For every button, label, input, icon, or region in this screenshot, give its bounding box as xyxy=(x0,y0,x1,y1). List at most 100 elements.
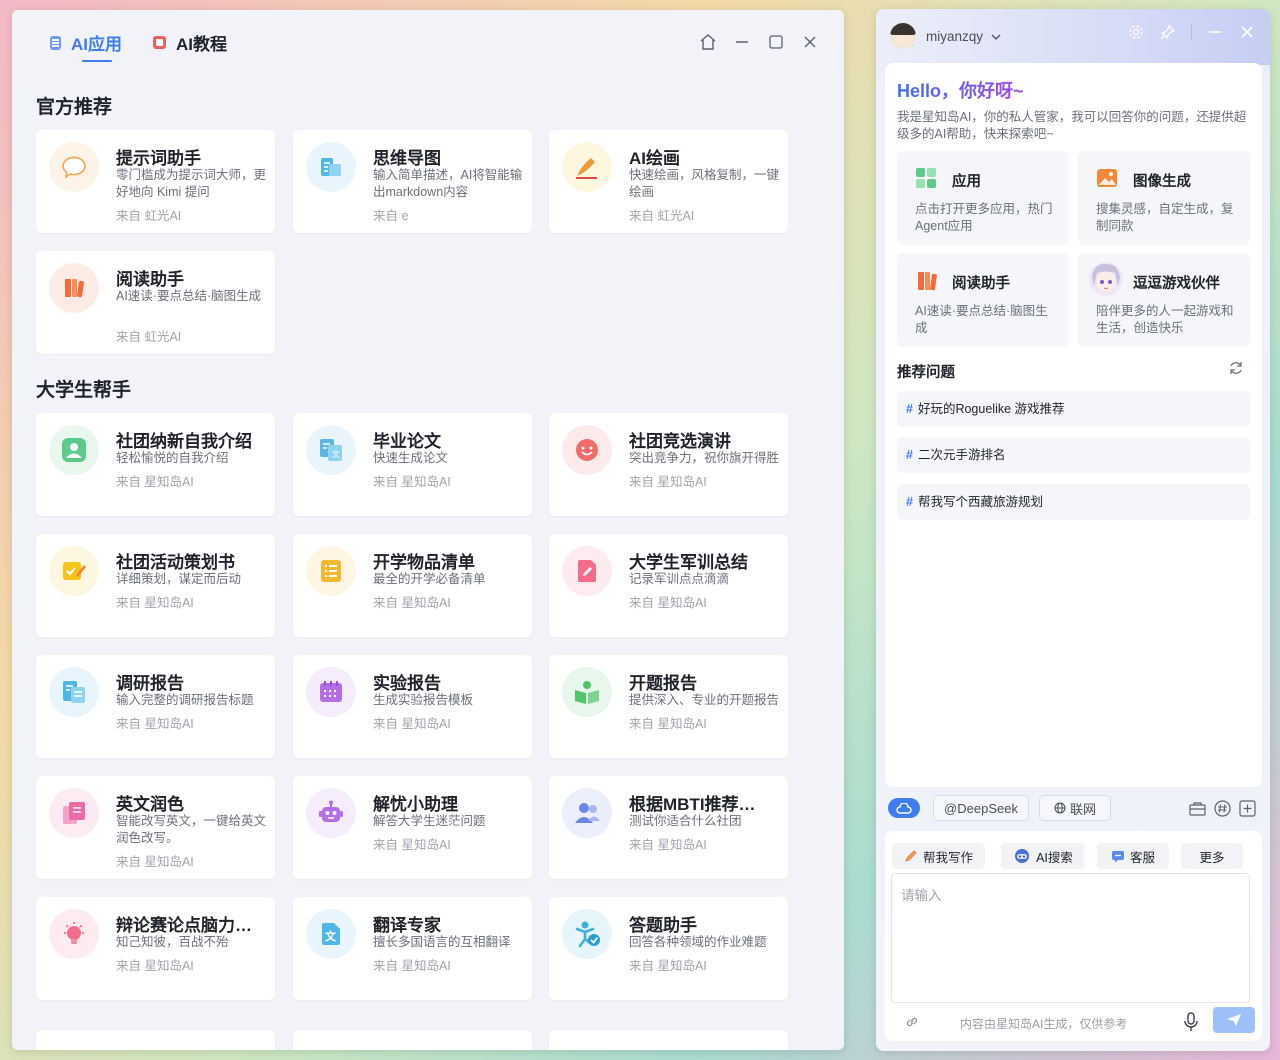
cloud-mode-toggle[interactable] xyxy=(888,798,920,818)
app-card-description: 回答各种领域的作业难题 xyxy=(629,935,767,949)
app-card[interactable]: 文 翻译专家 擅长多国语言的互相翻译 来自 星知岛AI xyxy=(293,897,532,1000)
tab-ai-apps[interactable]: AI应用 xyxy=(50,30,122,62)
app-card[interactable]: 提示词助手 零门槛成为提示词大师，更好地向 Kimi 提问 来自 虹光AI xyxy=(36,130,275,233)
app-card-source: 来自 星知岛AI xyxy=(116,855,194,869)
recommended-question[interactable]: # 二次元手游排名 xyxy=(897,437,1250,473)
refresh-icon[interactable] xyxy=(1228,360,1244,376)
chat-icon xyxy=(1111,850,1124,862)
app-card[interactable]: 文 毕业论文 快速生成论文 来自 星知岛AI xyxy=(293,413,532,516)
app-card-title: 开题报告 xyxy=(629,674,697,693)
thesis-icon: 文 xyxy=(306,425,356,475)
quick-entry-card[interactable]: 图像生成 搜集灵感，自定生成，复制同款 xyxy=(1078,151,1250,245)
app-card-title: 开学物品清单 xyxy=(373,553,475,572)
app-card-source: 来自 星知岛AI xyxy=(373,717,451,731)
app-card[interactable]: 根据MBTI推荐… 测试你适合什么社团 来自 星知岛AI xyxy=(549,776,788,879)
person-icon xyxy=(49,425,99,475)
app-card[interactable]: 调研报告 输入完整的调研报告标题 来自 星知岛AI xyxy=(36,655,275,758)
edit-icon xyxy=(562,546,612,596)
avatar[interactable] xyxy=(890,23,916,49)
tab-ai-tutorials[interactable]: AI教程 xyxy=(153,30,227,55)
assistant-header: miyanzqy xyxy=(876,9,1270,65)
ai-search-button[interactable]: AI搜索 xyxy=(1001,843,1085,869)
bulb-icon xyxy=(49,909,99,959)
app-card-description: 记录军训点点滴滴 xyxy=(629,572,730,586)
app-card[interactable]: 阅读助手 AI速读·要点总结·脑图生成 来自 虹光AI xyxy=(36,251,275,354)
book-icon xyxy=(49,263,99,313)
quick-entry-title: 阅读助手 xyxy=(952,276,1010,292)
app-card[interactable]: 解忧小助理 解答大学生迷茫问题 来自 星知岛AI xyxy=(293,776,532,879)
app-card[interactable]: 社团纳新自我介绍 轻松愉悦的自我介绍 来自 星知岛AI xyxy=(36,413,275,516)
quick-entry-card[interactable]: 阅读助手 AI速读·要点总结·脑图生成 xyxy=(897,253,1069,347)
app-card-title: 答题助手 xyxy=(629,916,697,935)
app-card[interactable]: 社团竞选演讲 突出竞争力，祝你旗开得胜 来自 星知岛AI xyxy=(549,413,788,516)
customer-service-button[interactable]: 客服 xyxy=(1097,843,1169,869)
app-card-title: 调研报告 xyxy=(116,674,184,693)
link-icon[interactable] xyxy=(905,1015,919,1029)
gear-icon[interactable] xyxy=(1127,23,1145,41)
app-card-title: 辩论赛论点脑力… xyxy=(116,916,252,935)
minimize-icon[interactable] xyxy=(1206,23,1224,41)
add-icon[interactable] xyxy=(1238,799,1256,817)
app-card-partial[interactable] xyxy=(549,1030,788,1050)
microphone-icon[interactable] xyxy=(1183,1012,1199,1032)
quick-entry-description: 搜集灵感，自定生成，复制同款 xyxy=(1096,202,1234,233)
app-card[interactable]: 大学生军训总结 记录军训点点滴滴 来自 星知岛AI xyxy=(549,534,788,637)
app-card-source: 来自 星知岛AI xyxy=(373,838,451,852)
open-book-icon xyxy=(562,667,612,717)
send-button[interactable] xyxy=(1213,1007,1255,1033)
app-card[interactable]: 开学物品清单 最全的开学必备清单 来自 星知岛AI xyxy=(293,534,532,637)
section-title: 大学生帮手 xyxy=(36,380,132,401)
section-title: 官方推荐 xyxy=(36,97,113,118)
app-card-description: 轻松愉悦的自我介绍 xyxy=(116,451,229,465)
apps-tab-icon xyxy=(50,35,61,50)
app-card[interactable]: 思维导图 输入简单描述，AI将智能输出markdown内容 来自 e xyxy=(293,130,532,233)
quick-entry-card[interactable]: 应用 点击打开更多应用，热门Agent应用 xyxy=(897,151,1069,245)
app-card-source: 来自 星知岛AI xyxy=(373,475,451,489)
quick-entry-description: 点击打开更多应用，热门Agent应用 xyxy=(915,202,1053,233)
app-card-title: 思维导图 xyxy=(373,149,441,168)
app-card-partial[interactable] xyxy=(36,1030,275,1050)
app-card[interactable]: 实验报告 生成实验报告模板 来自 星知岛AI xyxy=(293,655,532,758)
app-card-source: 来自 虹光AI xyxy=(629,209,695,223)
web-search-toggle[interactable]: 联网 xyxy=(1039,795,1111,821)
model-selector[interactable]: @DeepSeek xyxy=(933,795,1029,821)
app-card-title: 社团竞选演讲 xyxy=(629,432,731,451)
app-card-title: 解忧小助理 xyxy=(373,795,458,814)
app-card[interactable]: AI绘画 快速绘画，风格复制，一键绘画 来自 虹光AI xyxy=(549,130,788,233)
home-icon[interactable] xyxy=(698,32,718,52)
write-for-me-button[interactable]: 帮我写作 xyxy=(892,843,985,869)
apps-scroll-area[interactable]: 官方推荐 大学生帮手 提示词助手 零门槛成为提示词大师，更好地向 Kimi 提问来… xyxy=(36,90,826,1050)
app-card[interactable]: 社团活动策划书 详细策划，谋定而后动 来自 星知岛AI xyxy=(36,534,275,637)
calendar-icon xyxy=(306,667,356,717)
close-icon[interactable] xyxy=(1238,23,1256,41)
app-card-description: 突出竞争力，祝你旗开得胜 xyxy=(629,451,780,465)
toolbox-icon[interactable] xyxy=(1188,799,1206,817)
pencil-icon xyxy=(905,850,917,862)
app-card-title: 社团纳新自我介绍 xyxy=(116,432,252,451)
app-card-description: 知己知彼，百战不殆 xyxy=(116,935,229,949)
maximize-icon[interactable] xyxy=(766,32,786,52)
app-card[interactable]: 英文润色 智能改写英文，一键给英文润色改写。 来自 星知岛AI xyxy=(36,776,275,879)
app-card[interactable]: 开题报告 提供深入、专业的开题报告 来自 星知岛AI xyxy=(549,655,788,758)
close-icon[interactable] xyxy=(800,32,820,52)
app-card-description: 快速绘画，风格复制，一键绘画 xyxy=(629,168,780,199)
quick-entry-card[interactable]: 逗逗游戏伙伴 陪伴更多的人一起游戏和生活，创造快乐 xyxy=(1078,253,1250,347)
recommended-question[interactable]: # 帮我写个西藏旅游规划 xyxy=(897,484,1250,520)
app-card-title: 翻译专家 xyxy=(373,916,441,935)
app-card-partial[interactable] xyxy=(293,1030,532,1050)
chat-input[interactable] xyxy=(891,873,1250,1003)
greeting: Hello，你好呀~ xyxy=(897,77,1024,103)
more-button[interactable]: 更多 xyxy=(1181,843,1243,869)
quick-entry-title: 逗逗游戏伙伴 xyxy=(1133,276,1220,292)
app-card[interactable]: 答题助手 回答各种领域的作业难题 来自 星知岛AI xyxy=(549,897,788,1000)
minimize-icon[interactable] xyxy=(732,32,752,52)
username-dropdown[interactable]: miyanzqy xyxy=(926,29,1001,44)
online-status-dot xyxy=(910,43,916,49)
app-card[interactable]: 辩论赛论点脑力… 知己知彼，百战不殆 来自 星知岛AI xyxy=(36,897,275,1000)
recommended-question[interactable]: # 好玩的Roguelike 游戏推荐 xyxy=(897,391,1250,427)
app-card-description: 智能改写英文，一键给英文润色改写。 xyxy=(116,814,267,845)
svg-text:文: 文 xyxy=(325,929,337,943)
pin-icon[interactable] xyxy=(1159,23,1177,41)
apps-icon xyxy=(915,167,937,189)
hashtag-icon[interactable] xyxy=(1213,799,1231,817)
